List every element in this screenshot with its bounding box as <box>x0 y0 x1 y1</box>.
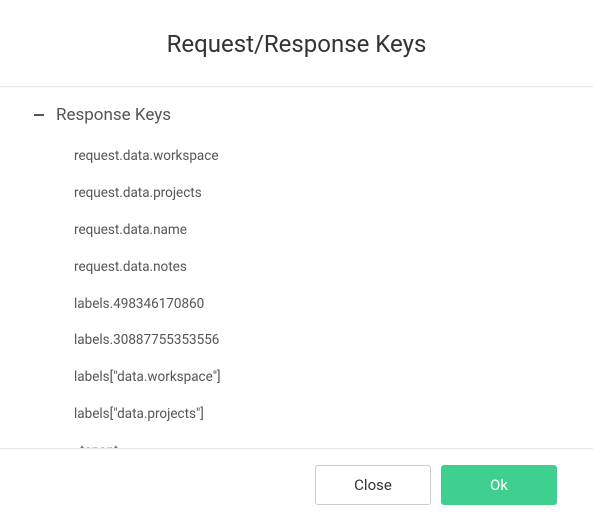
list-item[interactable]: labels.498346170860 <box>52 287 563 322</box>
dialog-header: Request/Response Keys <box>0 0 593 87</box>
section-title: Response Keys <box>56 105 171 125</box>
list-item[interactable]: labels["data.projects"] <box>52 397 563 432</box>
dialog-title: Request/Response Keys <box>20 30 573 58</box>
section-header[interactable]: Response Keys <box>32 105 563 125</box>
list-item[interactable]: _tenant_ <box>52 434 563 448</box>
list-item[interactable]: labels.30887755353556 <box>52 323 563 358</box>
list-item[interactable]: request.data.name <box>52 213 563 248</box>
list-item[interactable]: request.data.notes <box>52 250 563 285</box>
list-item[interactable]: request.data.workspace <box>52 139 563 174</box>
dialog: Request/Response Keys Response Keys requ… <box>0 0 593 525</box>
list-item[interactable]: request.data.projects <box>52 176 563 211</box>
close-button[interactable]: Close <box>315 465 431 505</box>
minus-icon <box>32 108 46 122</box>
dialog-content: Response Keys request.data.workspacerequ… <box>0 87 593 448</box>
items-list: request.data.workspacerequest.data.proje… <box>32 139 563 448</box>
ok-button[interactable]: Ok <box>441 465 557 505</box>
list-item[interactable]: labels["data.workspace"] <box>52 360 563 395</box>
dialog-footer: Close Ok <box>0 448 593 525</box>
